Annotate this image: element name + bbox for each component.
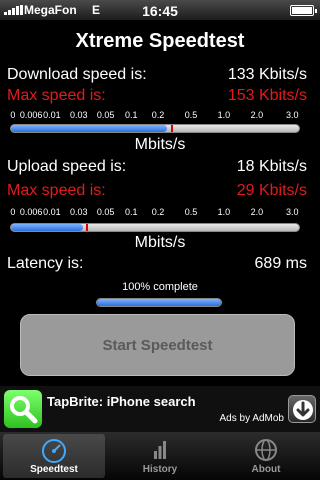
speedometer-icon: [40, 437, 68, 463]
download-scale: 0 0.006 0.01 0.03 0.05 0.1 0.2 0.5 1.0 2.0 3.0: [8, 110, 308, 122]
latency-value: 689 ms: [254, 255, 307, 272]
battery-level: [292, 7, 312, 14]
scale-tick-label: 0.05: [96, 110, 115, 120]
search-icon[interactable]: [4, 390, 42, 428]
download-max-row: Max speed is: 153 Kbits/s: [7, 87, 307, 107]
scale-tick-label: 0.05: [96, 207, 115, 217]
latency-label: Latency is:: [7, 255, 84, 272]
ad-attribution: Ads by AdMob: [219, 413, 284, 424]
upload-max-label: Max speed is:: [7, 182, 106, 199]
ad-title[interactable]: TapBrite: iPhone search: [47, 394, 196, 409]
upload-speed-fill: [11, 224, 83, 231]
scale-tick-label: 0.1: [124, 207, 138, 217]
scale-tick-label: 0.03: [69, 110, 88, 120]
scale-tick-label: 0: [10, 110, 16, 120]
tab-about[interactable]: About: [215, 434, 317, 478]
upload-speed-label: Upload speed is:: [7, 158, 127, 175]
download-icon[interactable]: [288, 395, 316, 423]
download-unit-label: Mbits/s: [134, 136, 186, 153]
scale-tick-label: 0.2: [151, 207, 165, 217]
scale-tick-label: 0.5: [184, 110, 198, 120]
scale-tick-label: 3.0: [285, 110, 299, 120]
scale-tick-label: 0.5: [184, 207, 198, 217]
download-speed-label: Download speed is:: [7, 66, 147, 83]
download-max-value: 153 Kbits/s: [227, 87, 307, 104]
download-max-marker: [170, 125, 173, 132]
scale-tick-label: 0.1: [124, 110, 138, 120]
progress-label: 100% complete: [122, 281, 198, 293]
download-speed-row: Download speed is: 133 Kbits/s: [7, 66, 307, 86]
scale-tick-label: 2.0: [250, 110, 264, 120]
scale-tick-label: 0.006: [19, 110, 43, 120]
download-speed-value: 133 Kbits/s: [227, 66, 307, 83]
tab-history[interactable]: History: [109, 434, 211, 478]
upload-max-row: Max speed is: 29 Kbits/s: [7, 182, 307, 202]
latency-row: Latency is: 689 ms: [7, 255, 307, 275]
scale-tick-label: 0.01: [43, 207, 61, 217]
battery-icon: [290, 5, 317, 16]
upload-speed-bar: [10, 223, 300, 232]
tab-label: Speedtest: [30, 464, 78, 475]
upload-max-marker: [85, 224, 88, 231]
download-speed-bar: [10, 124, 300, 133]
download-max-label: Max speed is:: [7, 87, 106, 104]
upload-max-value: 29 Kbits/s: [236, 182, 307, 199]
status-bar: MegaFon E 16:45: [0, 0, 320, 20]
scale-tick-label: 0.006: [19, 207, 43, 217]
start-speedtest-button[interactable]: Start Speedtest: [20, 314, 295, 376]
globe-icon: [252, 437, 280, 463]
scale-tick-label: 0.01: [43, 110, 61, 120]
app-title: Xtreme Speedtest: [75, 30, 245, 52]
scale-tick-label: 1.0: [217, 110, 231, 120]
tab-speedtest[interactable]: Speedtest: [3, 434, 105, 478]
tab-label: About: [251, 464, 281, 475]
scale-tick-label: 3.0: [285, 207, 299, 217]
scale-tick-label: 2.0: [250, 207, 264, 217]
scale-tick-label: 1.0: [217, 207, 231, 217]
test-progress-bar: [96, 298, 222, 307]
ad-banner[interactable]: TapBrite: iPhone search Ads by AdMob: [0, 386, 320, 432]
tab-label: History: [142, 464, 178, 475]
upload-scale: 0 0.006 0.01 0.03 0.05 0.1 0.2 0.5 1.0 2.0 3.0: [8, 207, 308, 219]
test-progress-fill: [97, 299, 221, 306]
upload-speed-row: Upload speed is: 18 Kbits/s: [7, 158, 307, 178]
download-speed-fill: [11, 125, 167, 132]
upload-speed-value: 18 Kbits/s: [236, 158, 307, 175]
scale-tick-label: 0.2: [151, 110, 165, 120]
scale-tick-label: 0: [10, 207, 16, 217]
upload-unit-label: Mbits/s: [134, 234, 186, 251]
scale-tick-label: 0.03: [69, 207, 88, 217]
bar-chart-icon: [146, 437, 174, 463]
status-clock: 16:45: [142, 3, 178, 19]
tab-bar: Speedtest History About: [0, 432, 320, 480]
